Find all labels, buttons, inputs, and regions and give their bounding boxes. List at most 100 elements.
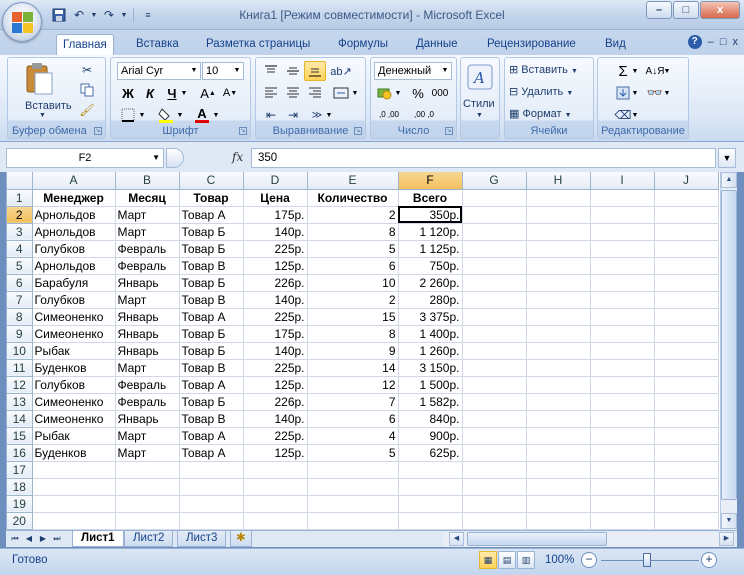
- office-button[interactable]: [2, 2, 42, 42]
- cell-e13[interactable]: 7: [307, 393, 399, 411]
- cell-h3[interactable]: [526, 223, 591, 241]
- cell-c6[interactable]: Товар Б: [179, 274, 244, 292]
- cell-f15[interactable]: 900р.: [398, 427, 463, 445]
- cut-button[interactable]: ✂: [76, 60, 98, 80]
- cell-a10[interactable]: Рыбак: [32, 342, 116, 360]
- cell-h6[interactable]: [526, 274, 591, 292]
- row-header[interactable]: 14: [7, 410, 33, 428]
- cell-g7[interactable]: [462, 291, 527, 309]
- cell-i2[interactable]: [590, 206, 655, 224]
- cell-e18[interactable]: [307, 478, 399, 496]
- cell-a1[interactable]: Менеджер: [32, 189, 116, 207]
- cell-j1[interactable]: [654, 189, 719, 207]
- cell-f17[interactable]: [398, 461, 463, 479]
- select-all-corner[interactable]: [7, 172, 33, 190]
- merge-center-button[interactable]: [330, 83, 352, 103]
- cell-h2[interactable]: [526, 206, 591, 224]
- cell-i3[interactable]: [590, 223, 655, 241]
- cell-g3[interactable]: [462, 223, 527, 241]
- cell-f9[interactable]: 1 400р.: [398, 325, 463, 343]
- alignment-launcher[interactable]: ↘: [354, 127, 362, 135]
- cell-b13[interactable]: Февраль: [115, 393, 180, 411]
- align-middle-button[interactable]: [282, 61, 304, 81]
- row-header[interactable]: 9: [7, 325, 33, 343]
- sheet-tab-3[interactable]: Лист3: [177, 531, 227, 547]
- cell-b4[interactable]: Февраль: [115, 240, 180, 258]
- first-sheet-button[interactable]: ⏮: [8, 532, 22, 546]
- cell-c5[interactable]: Товар В: [179, 257, 244, 275]
- cell-f2[interactable]: 350р.: [398, 206, 463, 224]
- cell-d12[interactable]: 125р.: [243, 376, 308, 394]
- cell-d2[interactable]: 175р.: [243, 206, 308, 224]
- cell-g20[interactable]: [462, 512, 527, 530]
- cell-f20[interactable]: [398, 512, 463, 530]
- column-header-a[interactable]: A: [32, 172, 116, 190]
- column-header-c[interactable]: C: [179, 172, 244, 190]
- cell-d9[interactable]: 175р.: [243, 325, 308, 343]
- align-right-button[interactable]: [304, 83, 326, 103]
- cell-h13[interactable]: [526, 393, 591, 411]
- cell-i10[interactable]: [590, 342, 655, 360]
- row-header[interactable]: 2: [7, 206, 33, 224]
- cell-c3[interactable]: Товар Б: [179, 223, 244, 241]
- borders-button[interactable]: [117, 105, 139, 125]
- cell-h8[interactable]: [526, 308, 591, 326]
- cell-a8[interactable]: Симеоненко: [32, 308, 116, 326]
- cell-i17[interactable]: [590, 461, 655, 479]
- cell-a18[interactable]: [32, 478, 116, 496]
- cell-g19[interactable]: [462, 495, 527, 513]
- align-top-button[interactable]: [260, 61, 282, 81]
- grow-font-button[interactable]: A ▲: [197, 83, 219, 103]
- row-header[interactable]: 8: [7, 308, 33, 326]
- cell-j11[interactable]: [654, 359, 719, 377]
- underline-dropdown[interactable]: ▼: [179, 83, 189, 103]
- cell-g14[interactable]: [462, 410, 527, 428]
- paste-button[interactable]: Вставить ▼: [14, 62, 72, 122]
- cell-h14[interactable]: [526, 410, 591, 428]
- decrease-indent-button[interactable]: ⇤: [260, 105, 282, 125]
- doc-minimize-button[interactable]: –: [708, 36, 714, 48]
- cell-c4[interactable]: Товар Б: [179, 240, 244, 258]
- column-header-g[interactable]: G: [462, 172, 527, 190]
- cell-b6[interactable]: Январь: [115, 274, 180, 292]
- cell-h10[interactable]: [526, 342, 591, 360]
- cell-h11[interactable]: [526, 359, 591, 377]
- find-select-dropdown[interactable]: ▼: [662, 83, 672, 103]
- styles-button[interactable]: A Стили ▼: [463, 62, 497, 122]
- cell-f8[interactable]: 3 375р.: [398, 308, 463, 326]
- name-box[interactable]: F2 ▼: [6, 148, 164, 168]
- row-header[interactable]: 16: [7, 444, 33, 462]
- cell-f6[interactable]: 2 260р.: [398, 274, 463, 292]
- cell-b20[interactable]: [115, 512, 180, 530]
- cell-f3[interactable]: 1 120р.: [398, 223, 463, 241]
- help-icon[interactable]: ?: [687, 35, 702, 49]
- cell-e5[interactable]: 6: [307, 257, 399, 275]
- cell-b12[interactable]: Февраль: [115, 376, 180, 394]
- cell-e20[interactable]: [307, 512, 399, 530]
- borders-dropdown[interactable]: ▼: [137, 105, 147, 125]
- cell-a11[interactable]: Буденков: [32, 359, 116, 377]
- cell-e9[interactable]: 8: [307, 325, 399, 343]
- column-header-h[interactable]: H: [526, 172, 591, 190]
- cell-a12[interactable]: Голубков: [32, 376, 116, 394]
- cell-c13[interactable]: Товар Б: [179, 393, 244, 411]
- last-sheet-button[interactable]: ⏭: [50, 532, 64, 546]
- cell-c8[interactable]: Товар А: [179, 308, 244, 326]
- row-header[interactable]: 20: [7, 512, 33, 530]
- row-header[interactable]: 18: [7, 478, 33, 496]
- fill-dropdown[interactable]: ▼: [630, 83, 640, 103]
- horizontal-scrollbar[interactable]: ◀ ▶: [443, 532, 735, 547]
- cell-j10[interactable]: [654, 342, 719, 360]
- cell-a2[interactable]: Арнольдов: [32, 206, 116, 224]
- cell-e1[interactable]: Количество: [307, 189, 399, 207]
- cell-f5[interactable]: 750р.: [398, 257, 463, 275]
- cell-i14[interactable]: [590, 410, 655, 428]
- currency-dropdown[interactable]: ▼: [393, 83, 403, 103]
- cell-f7[interactable]: 280р.: [398, 291, 463, 309]
- cell-d5[interactable]: 125р.: [243, 257, 308, 275]
- cell-d19[interactable]: [243, 495, 308, 513]
- sheet-tab-1[interactable]: Лист1: [72, 531, 124, 547]
- cell-g17[interactable]: [462, 461, 527, 479]
- cell-i1[interactable]: [590, 189, 655, 207]
- cell-g16[interactable]: [462, 444, 527, 462]
